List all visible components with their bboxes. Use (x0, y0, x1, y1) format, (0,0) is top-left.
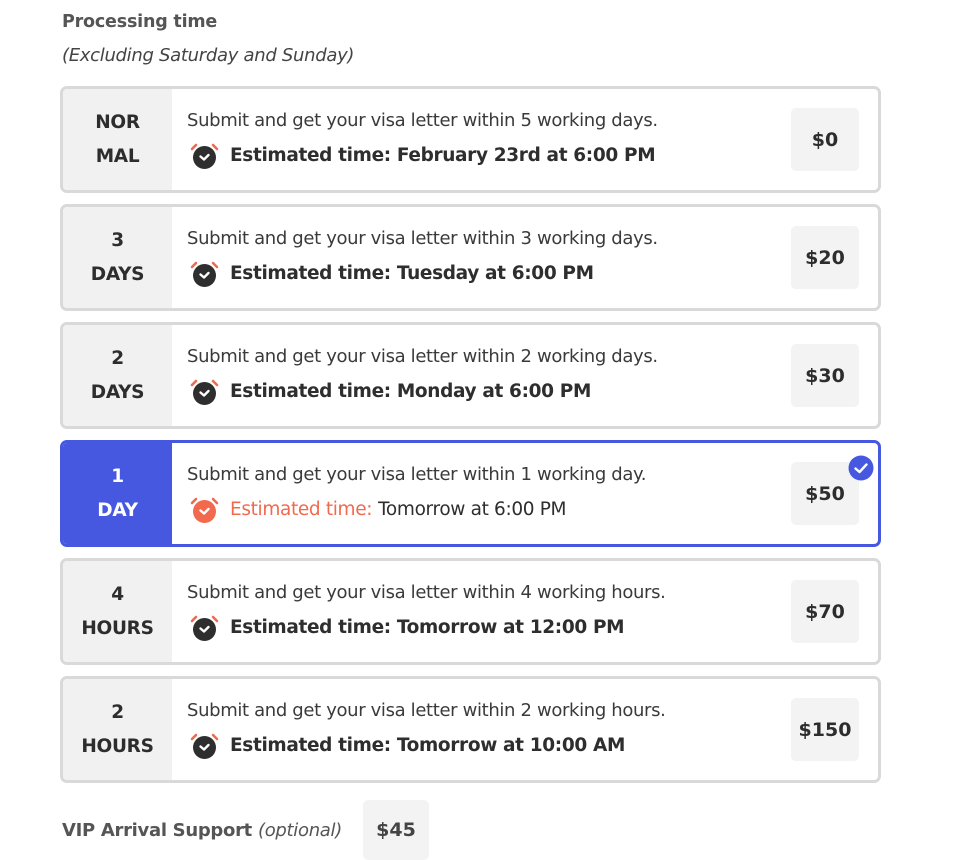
option-eta-value: Monday at 6:00 PM (396, 381, 592, 402)
option-price: $70 (791, 580, 859, 643)
option-eta-value: Tomorrow at 6:00 PM (378, 499, 567, 520)
option-eta: Estimated time: Tomorrow at 6:00 PM (187, 496, 878, 524)
alarm-clock-icon (190, 143, 219, 169)
option-body: Submit and get your visa letter within 1… (172, 443, 878, 544)
vip-arrival-support: VIP Arrival Support (optional) $45 (62, 800, 429, 860)
processing-option[interactable]: NOR MAL Submit and get your visa letter … (60, 86, 881, 193)
processing-options-list: NOR MAL Submit and get your visa letter … (60, 86, 881, 794)
option-price: $30 (791, 344, 859, 407)
option-description: Submit and get your visa letter within 1… (187, 464, 647, 485)
processing-option[interactable]: 2 DAYS Submit and get your visa letter w… (60, 322, 881, 429)
option-speed-line2: DAY (97, 499, 138, 521)
option-description: Submit and get your visa letter within 2… (187, 346, 658, 367)
option-speed-line2: DAYS (90, 263, 145, 285)
option-eta-label: Estimated time: (230, 381, 391, 402)
option-speed-label: 1 DAY (63, 443, 172, 544)
option-speed-label: 4 HOURS (63, 561, 172, 662)
processing-option[interactable]: 2 HOURS Submit and get your visa letter … (60, 676, 881, 783)
option-eta-value: Tuesday at 6:00 PM (396, 263, 594, 284)
option-description: Submit and get your visa letter within 3… (187, 228, 658, 249)
processing-option-selected[interactable]: 1 DAY Submit and get your visa letter wi… (60, 440, 881, 547)
option-speed-label: 3 DAYS (63, 207, 172, 308)
option-body: Submit and get your visa letter within 3… (172, 207, 878, 308)
option-eta: Estimated time: Monday at 6:00 PM (187, 378, 878, 406)
option-speed-line2: MAL (95, 145, 140, 167)
option-speed-line1: 3 (111, 229, 124, 251)
alarm-clock-icon (190, 615, 219, 641)
vip-optional-note: (optional) (257, 819, 342, 841)
option-eta-value: Tomorrow at 12:00 PM (396, 617, 625, 638)
option-eta: Estimated time: Tomorrow at 12:00 PM (187, 614, 878, 642)
option-body: Submit and get your visa letter within 2… (172, 679, 878, 780)
vip-label: VIP Arrival Support (62, 819, 252, 841)
option-price: $150 (791, 698, 859, 761)
option-eta-label: Estimated time: (230, 617, 391, 638)
option-body: Submit and get your visa letter within 5… (172, 89, 878, 190)
option-speed-line1: 4 (111, 583, 124, 605)
option-price: $0 (791, 108, 859, 171)
option-body: Submit and get your visa letter within 2… (172, 325, 878, 426)
option-eta-label: Estimated time: (230, 263, 391, 284)
alarm-clock-icon (190, 497, 219, 523)
option-speed-line2: HOURS (81, 617, 154, 639)
option-eta-value: February 23rd at 6:00 PM (396, 145, 656, 166)
option-speed-line1: 1 (111, 465, 124, 487)
option-speed-line2: HOURS (81, 735, 154, 757)
vip-price-button[interactable]: $45 (362, 800, 429, 860)
option-description: Submit and get your visa letter within 2… (187, 700, 666, 721)
selected-check-icon (848, 455, 874, 481)
option-eta: Estimated time: February 23rd at 6:00 PM (187, 142, 878, 170)
option-body: Submit and get your visa letter within 4… (172, 561, 878, 662)
option-eta-label: Estimated time: (230, 735, 391, 756)
section-subtitle: (Excluding Saturday and Sunday) (62, 45, 355, 66)
option-speed-line2: DAYS (90, 381, 145, 403)
option-speed-line1: 2 (111, 347, 124, 369)
option-speed-label: 2 HOURS (63, 679, 172, 780)
processing-option[interactable]: 4 HOURS Submit and get your visa letter … (60, 558, 881, 665)
alarm-clock-icon (190, 261, 219, 287)
processing-option[interactable]: 3 DAYS Submit and get your visa letter w… (60, 204, 881, 311)
option-speed-label: 2 DAYS (63, 325, 172, 426)
option-eta-label: Estimated time: (230, 145, 391, 166)
alarm-clock-icon (190, 379, 219, 405)
option-price: $20 (791, 226, 859, 289)
option-speed-label: NOR MAL (63, 89, 172, 190)
option-speed-line1: NOR (95, 111, 140, 133)
alarm-clock-icon (190, 733, 219, 759)
option-eta-value: Tomorrow at 10:00 AM (396, 735, 626, 756)
option-eta-label: Estimated time: (230, 499, 373, 520)
option-eta: Estimated time: Tuesday at 6:00 PM (187, 260, 878, 288)
option-description: Submit and get your visa letter within 5… (187, 110, 658, 131)
section-title: Processing time (62, 12, 218, 32)
option-speed-line1: 2 (111, 701, 124, 723)
option-description: Submit and get your visa letter within 4… (187, 582, 666, 603)
option-eta: Estimated time: Tomorrow at 10:00 AM (187, 732, 878, 760)
